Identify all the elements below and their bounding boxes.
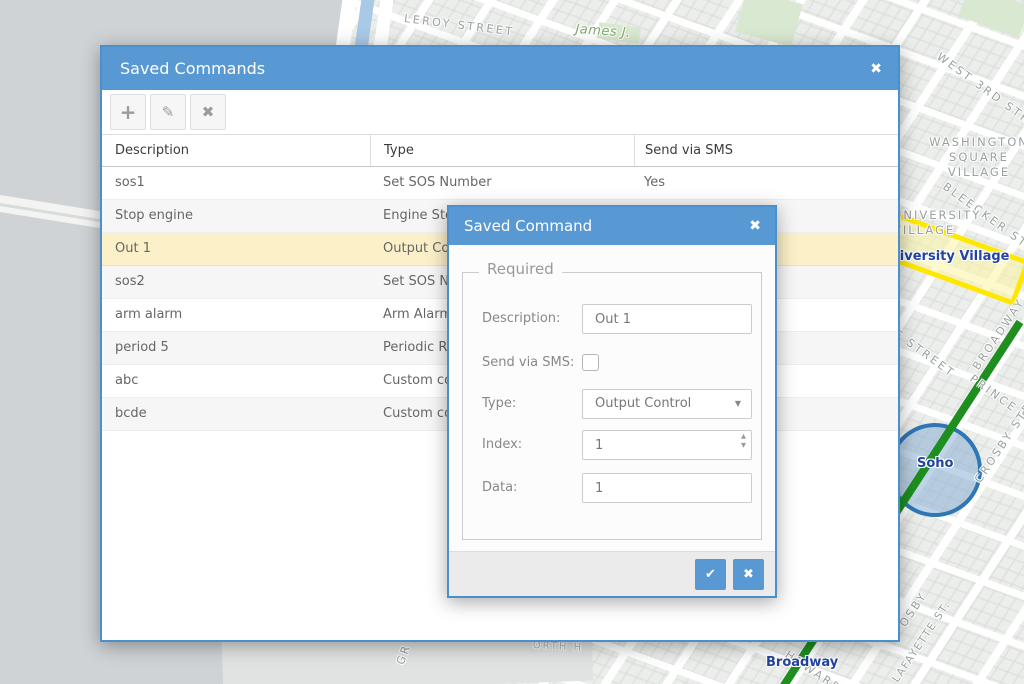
commands-toolbar: + ✎ ✖: [102, 90, 898, 135]
cell-description: Stop engine: [102, 200, 370, 232]
spin-down-icon[interactable]: ▼: [741, 442, 746, 449]
cell-description: abc: [102, 365, 370, 397]
description-input[interactable]: [582, 304, 752, 334]
confirm-button[interactable]: ✔: [695, 559, 726, 590]
delete-icon: ✖: [202, 103, 215, 121]
street-label-crosby-fragment: OSBY: [897, 589, 930, 629]
park-patch: [735, 0, 802, 47]
cancel-button[interactable]: ✖: [733, 559, 764, 590]
saved-command-titlebar: Saved Command ✖: [449, 207, 775, 245]
street-label-leroy: LEROY STREET: [403, 12, 515, 38]
edit-command-button[interactable]: ✎: [150, 94, 186, 130]
cell-description: sos2: [102, 266, 370, 298]
description-input-wrap: [582, 304, 752, 334]
plus-icon: +: [120, 102, 137, 122]
column-header-type[interactable]: Type: [370, 135, 634, 166]
area-label-university-village: UNIVERSITY VILLAGE: [893, 208, 988, 238]
x-icon: ✖: [743, 566, 754, 582]
chevron-down-icon: ▼: [735, 390, 741, 418]
saved-commands-titlebar: Saved Commands ✖: [102, 47, 898, 90]
dialog-title: Saved Commands: [120, 59, 265, 78]
saved-command-dialog: Saved Command ✖ Required Description: Se…: [447, 205, 777, 598]
close-icon[interactable]: ✖: [749, 218, 761, 234]
cell-description: arm alarm: [102, 299, 370, 331]
description-field-row: Description:: [449, 304, 775, 334]
sms-checkbox[interactable]: [582, 354, 599, 371]
index-input[interactable]: [582, 430, 752, 460]
geofence-label-broadway: Broadway: [766, 655, 838, 670]
description-label: Description:: [482, 304, 578, 334]
cell-type: Set SOS Number: [370, 167, 634, 199]
type-value: Output Control: [595, 396, 691, 411]
sms-label: Send via SMS:: [482, 348, 578, 378]
check-icon: ✔: [705, 566, 716, 582]
pencil-icon: ✎: [162, 103, 175, 121]
index-input-wrap: ▲ ▼: [582, 430, 752, 460]
column-header-sms[interactable]: Send via SMS: [634, 135, 898, 166]
cell-sms: Yes: [634, 167, 898, 199]
data-input-wrap: [582, 473, 752, 503]
geofence-label-soho: Soho: [917, 456, 953, 471]
street-label-west-3rd: WEST 3RD STREET: [934, 50, 1024, 143]
type-dropdown[interactable]: Output Control ▼: [582, 389, 752, 419]
dialog-footer: ✔ ✖: [449, 551, 775, 596]
area-label-washington-square-village: WASHINGTON SQUARE VILLAGE: [925, 135, 1024, 180]
index-spinner: ▲ ▼: [741, 433, 746, 449]
close-icon[interactable]: ✖: [870, 61, 882, 77]
cell-description: sos1: [102, 167, 370, 199]
index-label: Index:: [482, 430, 578, 460]
spin-up-icon[interactable]: ▲: [741, 433, 746, 440]
cell-description: Out 1: [102, 233, 370, 265]
data-input[interactable]: [582, 473, 752, 503]
required-legend: Required: [479, 260, 562, 278]
column-header-description[interactable]: Description: [102, 135, 370, 166]
dialog-title: Saved Command: [464, 217, 592, 235]
type-label: Type:: [482, 389, 578, 419]
index-field-row: Index: ▲ ▼: [449, 430, 775, 460]
data-label: Data:: [482, 473, 578, 503]
table-header: Description Type Send via SMS: [102, 135, 898, 167]
park-patch: [958, 0, 1024, 38]
data-field-row: Data:: [449, 473, 775, 503]
add-command-button[interactable]: +: [110, 94, 146, 130]
cell-description: bcde: [102, 398, 370, 430]
type-field-row: Type: Output Control ▼: [449, 389, 775, 419]
app-screen: LEROY STREET James J. WEST 3RD STREET WA…: [0, 0, 1024, 684]
table-row[interactable]: sos1 Set SOS Number Yes: [102, 167, 898, 200]
sms-field-row: Send via SMS:: [449, 348, 775, 378]
delete-command-button[interactable]: ✖: [190, 94, 226, 130]
cell-description: period 5: [102, 332, 370, 364]
park-label-james-j: James J.: [575, 22, 631, 41]
